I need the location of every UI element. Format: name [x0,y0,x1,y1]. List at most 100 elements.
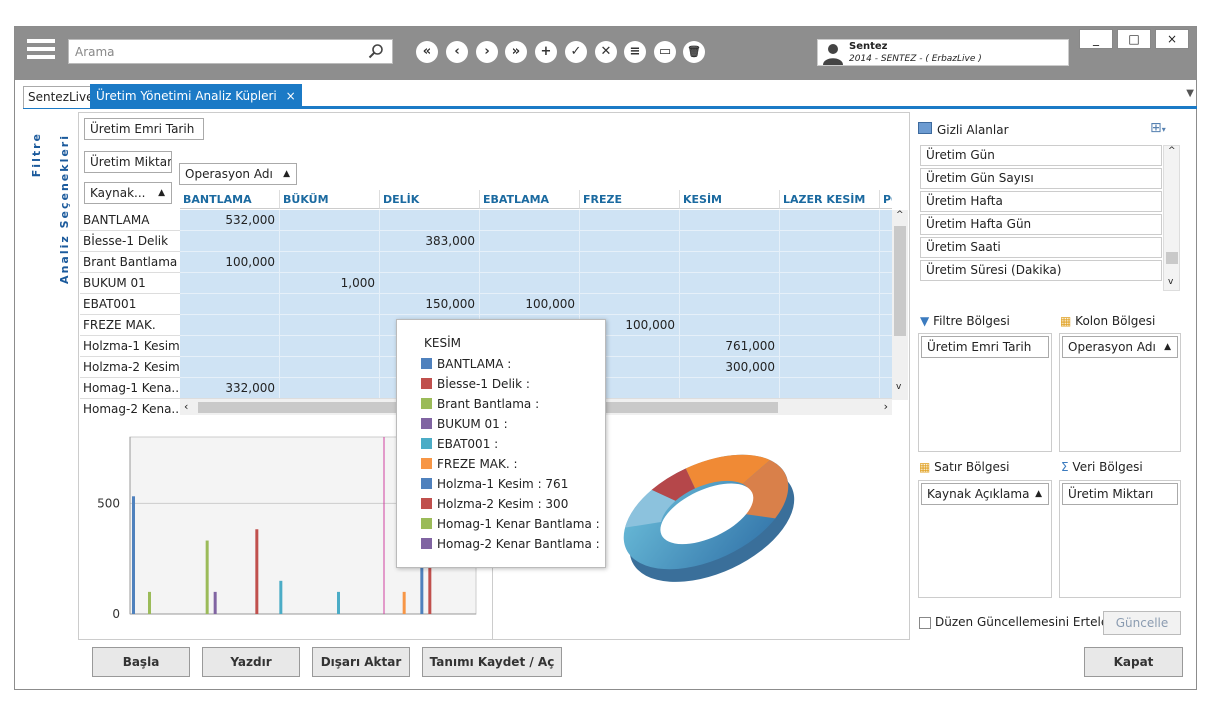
table-cell[interactable] [880,357,892,378]
table-cell[interactable] [780,357,880,378]
menu-icon[interactable] [27,39,55,64]
table-cell[interactable] [680,273,780,294]
layout-grid-icon[interactable]: ⊞▾ [1150,120,1166,136]
table-cell[interactable] [580,231,680,252]
column-header[interactable]: DELİK [380,190,480,209]
table-cell[interactable] [880,231,892,252]
bar[interactable] [337,591,340,614]
table-cell[interactable] [380,210,480,231]
table-cell[interactable] [480,231,580,252]
table-cell[interactable] [380,273,480,294]
table-cell[interactable] [180,357,280,378]
table-cell[interactable] [580,294,680,315]
v-scroll-thumb[interactable] [894,226,906,336]
table-cell[interactable]: 761,000 [680,336,780,357]
column-header[interactable]: BÜKÜM [280,190,380,209]
table-cell[interactable] [180,336,280,357]
table-cell[interactable] [480,210,580,231]
table-cell[interactable] [880,273,892,294]
row-header[interactable]: Homag-2 Kena... [80,399,180,418]
hidden-list-scrollbar[interactable]: ^ v [1163,145,1180,291]
table-cell[interactable]: 300,000 [680,357,780,378]
row-area-item[interactable]: Kaynak Açıklama ▲ [921,483,1049,505]
form-button[interactable]: ▭ [654,41,676,63]
table-cell[interactable] [780,231,880,252]
vertical-scrollbar[interactable]: ^ v [892,210,908,400]
table-cell[interactable] [780,294,880,315]
search-box[interactable]: Arama [68,39,393,64]
hidden-field-item[interactable]: Üretim Hafta [920,191,1162,212]
hidden-field-item[interactable]: Üretim Gün [920,145,1162,166]
table-cell[interactable] [780,336,880,357]
maximize-button[interactable]: □ [1117,29,1151,49]
tab-analysis-cubes[interactable]: Üretim Yönetimi Analiz Küpleri × [90,84,302,108]
table-cell[interactable]: 383,000 [380,231,480,252]
table-cell[interactable]: 100,000 [480,294,580,315]
table-cell[interactable] [880,378,892,399]
scroll-up-icon[interactable]: ^ [896,210,904,220]
last-record-button[interactable]: » [505,41,527,63]
table-cell[interactable] [580,210,680,231]
scroll-up-icon[interactable]: ^ [1168,146,1176,156]
table-cell[interactable] [280,294,380,315]
row-header[interactable]: EBAT001 [80,294,180,315]
table-cell[interactable] [180,231,280,252]
table-cell[interactable]: 532,000 [180,210,280,231]
bar[interactable] [402,591,406,614]
table-cell[interactable] [180,315,280,336]
column-area-box[interactable]: Operasyon Adı ▲ [1059,333,1181,452]
table-cell[interactable] [280,252,380,273]
table-cell[interactable] [680,210,780,231]
defer-update-checkbox[interactable] [919,617,931,629]
data-area-item[interactable]: Üretim Miktarı [1062,483,1178,505]
update-button[interactable]: Güncelle [1103,611,1181,635]
column-header[interactable]: BANTLAMA [180,190,280,209]
table-cell[interactable] [880,210,892,231]
table-cell[interactable]: 332,000 [180,378,280,399]
table-cell[interactable] [280,231,380,252]
scroll-right-icon[interactable]: › [884,400,888,413]
row-header[interactable]: Homag-1 Kena... [80,378,180,399]
list-button[interactable]: ≡ [624,41,646,63]
table-cell[interactable] [680,294,780,315]
bar[interactable] [255,529,259,614]
minimize-button[interactable]: _ [1079,29,1113,49]
export-button[interactable]: Dışarı Aktar [312,647,410,677]
sort-up-icon[interactable]: ▲ [1164,337,1171,357]
filter-area-item[interactable]: Üretim Emri Tarih [921,336,1049,358]
table-cell[interactable] [780,273,880,294]
save-definition-button[interactable]: Tanımı Kaydet / Aç [422,647,562,677]
tab-dropdown-icon[interactable]: ▼ [1186,88,1194,99]
table-cell[interactable]: 100,000 [180,252,280,273]
hidden-field-item[interactable]: Üretim Süresi (Dakika) [920,260,1162,281]
bar[interactable] [148,591,151,614]
table-cell[interactable] [580,273,680,294]
bar[interactable] [132,496,135,614]
table-cell[interactable] [680,378,780,399]
table-cell[interactable]: 150,000 [380,294,480,315]
bar[interactable] [205,540,209,614]
column-header[interactable]: KESİM [680,190,780,209]
row-header[interactable]: FREZE MAK. [80,315,180,336]
tab-close-icon[interactable]: × [286,89,296,103]
table-cell[interactable] [780,315,880,336]
row-header[interactable]: Holzma-1 Kesim [80,336,180,357]
table-cell[interactable] [680,315,780,336]
hidden-list-thumb[interactable] [1166,252,1178,264]
table-cell[interactable] [480,252,580,273]
row-header[interactable]: BANTLAMA [80,210,180,231]
table-cell[interactable] [380,252,480,273]
hidden-field-item[interactable]: Üretim Hafta Gün [920,214,1162,235]
table-cell[interactable] [880,315,892,336]
hidden-field-item[interactable]: Üretim Gün Sayısı [920,168,1162,189]
filter-field-chip[interactable]: Üretim Emri Tarih [84,118,204,140]
next-record-button[interactable]: › [476,41,498,63]
table-cell[interactable] [280,315,380,336]
table-cell[interactable] [880,252,892,273]
close-window-button[interactable]: × [1155,29,1189,49]
table-cell[interactable] [280,378,380,399]
hidden-field-item[interactable]: Üretim Saati [920,237,1162,258]
column-header[interactable]: POS [880,190,892,209]
column-area-item[interactable]: Operasyon Adı ▲ [1062,336,1178,358]
table-cell[interactable] [580,252,680,273]
